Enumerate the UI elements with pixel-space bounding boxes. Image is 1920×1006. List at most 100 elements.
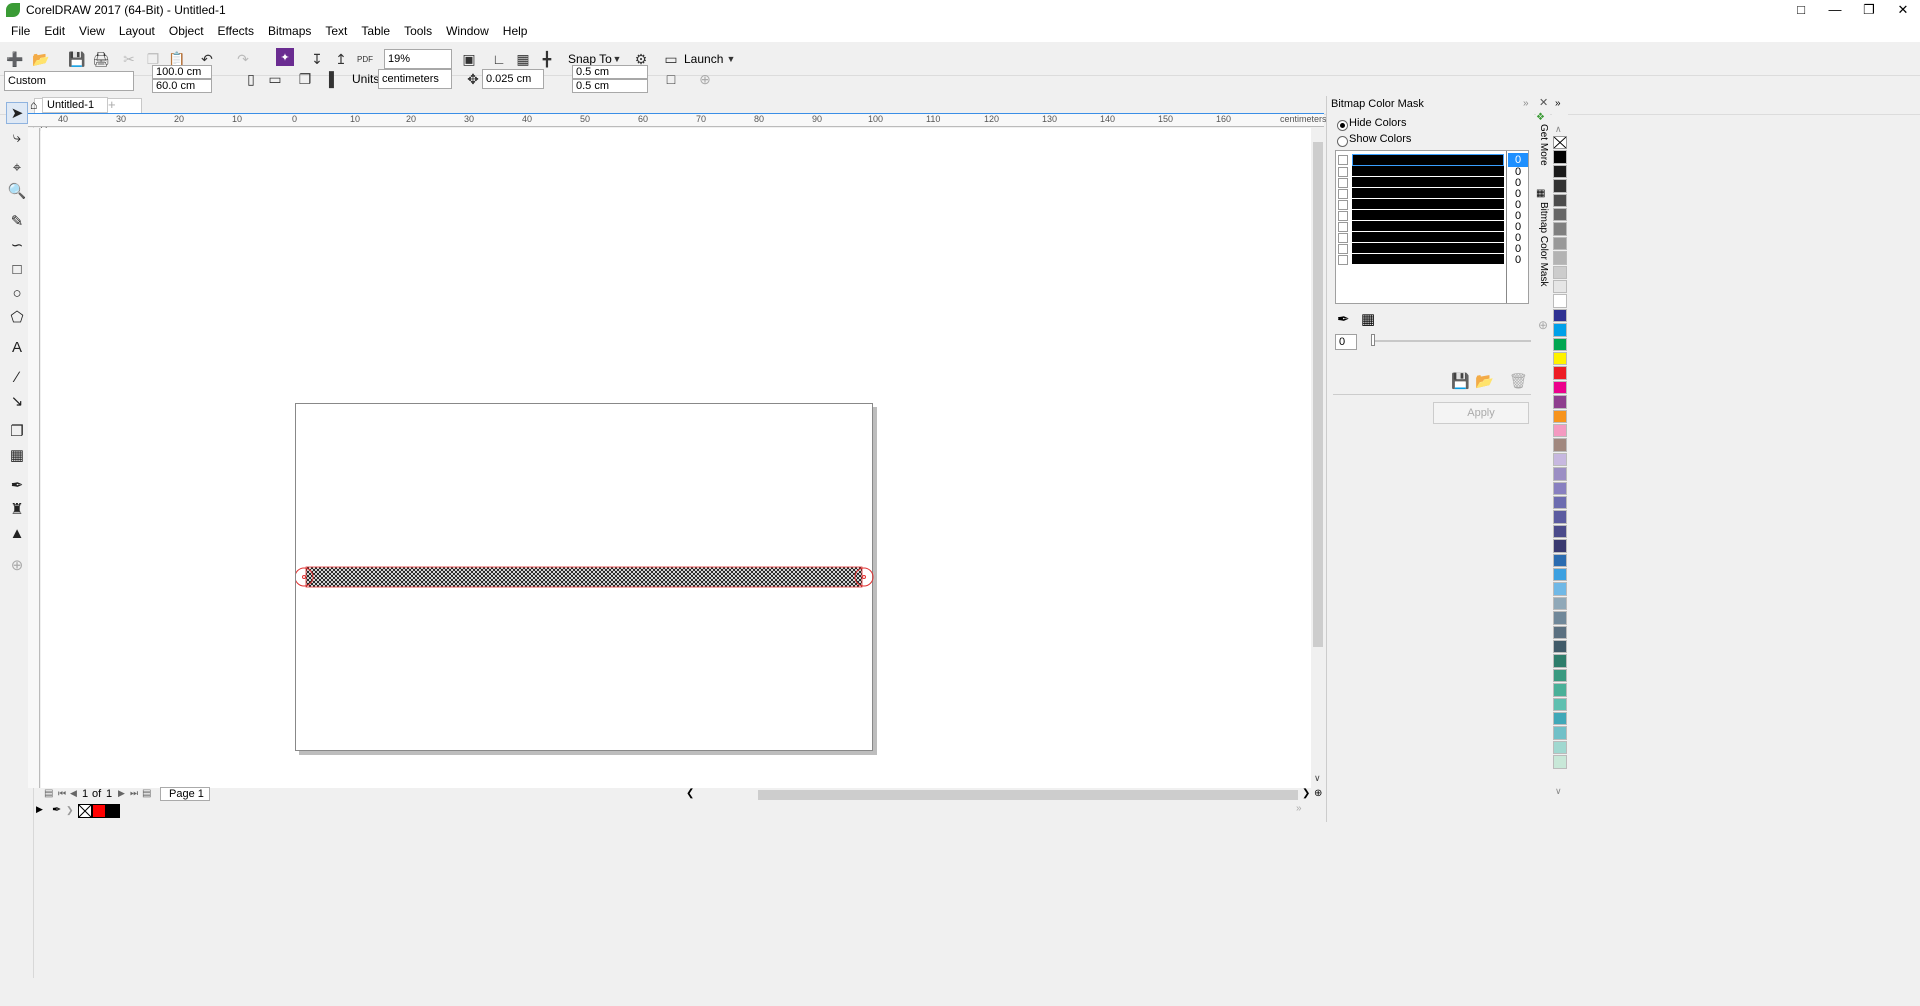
all-pages-icon[interactable]: ❐ [294,68,316,90]
zoom-tool-icon[interactable]: 🔍 [6,180,28,202]
mesh-band-object[interactable] [296,404,874,752]
show-colors-radio[interactable] [1337,136,1348,147]
docker-close-icon[interactable]: ✕ [1539,96,1548,109]
menu-view[interactable]: View [72,24,112,38]
palette-swatch[interactable] [1553,395,1567,409]
menu-effects[interactable]: Effects [211,24,261,38]
palette-swatch[interactable] [1553,539,1567,553]
palette-swatch[interactable] [1553,496,1567,510]
add-page-before-icon[interactable]: ▤ [44,788,53,799]
drawing-page[interactable] [295,403,874,752]
bitmap-color-mask-tab[interactable]: Bitmap Color Mask [1536,202,1550,286]
docker-collapse-icon[interactable]: » [1523,98,1529,109]
palette-swatch[interactable] [1553,510,1567,524]
page-border-icon[interactable]: □ [660,68,682,90]
palette-swatch[interactable] [1553,611,1567,625]
menu-window[interactable]: Window [439,24,496,38]
show-guidelines-icon[interactable]: ╋ [536,48,558,70]
connector-tool-icon[interactable]: ↘ [6,390,28,412]
palette-scroll-down-icon[interactable]: ∨ [1555,786,1562,797]
dimension-tool-icon[interactable]: ∕ [6,366,28,388]
text-tool-icon[interactable]: A [6,336,28,358]
mask-checkbox[interactable] [1338,255,1348,265]
redo-icon[interactable]: ↷ [232,48,254,70]
duplicate-x-field[interactable]: 0.5 cm [572,65,648,79]
palette-swatch[interactable] [1553,366,1567,380]
palette-swatch[interactable] [1553,337,1567,351]
palette-swatch[interactable] [1553,265,1567,279]
red-swatch[interactable] [92,804,106,818]
export-icon[interactable]: ↥ [330,48,352,70]
scroll-right-icon[interactable]: ❯ [1302,788,1310,799]
first-page-icon[interactable]: ⏮ [58,788,66,799]
new-document-icon[interactable]: ➕ [4,48,26,70]
menu-text[interactable]: Text [318,24,354,38]
palette-swatch[interactable] [1553,222,1567,236]
menu-help[interactable]: Help [496,24,535,38]
zoom-level-field[interactable]: 19% [384,49,452,69]
tolerance-slider-track[interactable] [1371,340,1531,342]
palette-swatch[interactable] [1553,668,1567,683]
color-selector-eyedropper-icon[interactable]: ✒ [1337,310,1350,328]
palette-swatch[interactable] [1553,553,1567,567]
menu-edit[interactable]: Edit [37,24,72,38]
menu-object[interactable]: Object [162,24,211,38]
landscape-icon[interactable]: ▭ [264,68,286,90]
launch-dropdown[interactable]: Launch [684,49,723,69]
palette-swatch[interactable] [1553,424,1567,438]
vertical-ruler[interactable] [28,128,40,788]
palette-swatch[interactable] [1553,308,1567,323]
palette-menu-icon[interactable]: » [1555,98,1561,109]
publish-pdf-icon[interactable]: PDF [354,48,376,70]
menu-tools[interactable]: Tools [397,24,439,38]
vertical-scroll-thumb[interactable] [1313,142,1323,647]
shape-tool-icon[interactable]: ⤷ [6,126,28,148]
drawing-canvas[interactable] [41,128,1311,788]
palette-swatch[interactable] [1553,683,1567,697]
home-tab-icon[interactable]: ⌂ [30,98,37,112]
palette-swatch[interactable] [1553,179,1567,193]
palette-swatch[interactable] [1553,438,1567,452]
palette-swatch[interactable] [1553,755,1567,769]
palette-swatch[interactable] [1553,280,1567,294]
get-more-tab[interactable]: Get More [1536,124,1550,166]
horizontal-ruler[interactable]: 40 30 20 10 0 10 20 30 40 50 60 70 80 90… [28,113,1327,127]
minimize-button[interactable]: — [1818,0,1852,20]
page-height-field[interactable]: 60.0 cm [152,79,212,93]
vertical-scrollbar[interactable]: ∨ [1311,128,1325,788]
previous-page-icon[interactable]: ◀ [70,788,77,799]
palette-swatch[interactable] [1553,582,1567,596]
drop-shadow-icon[interactable]: ❐ [6,420,28,442]
crop-tool-icon[interactable]: ⌖ [6,156,28,178]
last-page-icon[interactable]: ⏭ [130,788,138,799]
interactive-fill-icon[interactable]: ♜ [6,498,28,520]
scroll-down-icon[interactable]: ∨ [1314,773,1321,784]
cut-icon[interactable]: ✂ [118,48,140,70]
smart-fill-icon[interactable]: ▲ [6,522,28,544]
palette-swatch[interactable] [1553,740,1567,755]
show-grid-icon[interactable]: ▦ [512,48,534,70]
palette-swatch[interactable] [1553,640,1567,654]
no-color-swatch[interactable] [1553,136,1567,149]
palette-swatch[interactable] [1553,409,1567,423]
add-icon[interactable]: ⊕ [694,68,716,90]
palette-swatch[interactable] [1553,251,1567,265]
rectangle-tool-icon[interactable]: □ [6,258,28,280]
current-page-icon[interactable]: ▐ [318,68,340,90]
open-mask-icon[interactable]: 📂 [1475,372,1494,390]
page-preset-select[interactable]: Custom [4,71,134,91]
import-icon[interactable]: ↧ [306,48,328,70]
palette-swatch[interactable] [1553,726,1567,740]
palette-swatch[interactable] [1553,654,1567,668]
palette-swatch[interactable] [1553,481,1567,495]
restore-button[interactable]: ❐ [1852,0,1886,20]
freehand-tool-icon[interactable]: ✎ [6,210,28,232]
palette-swatch[interactable] [1553,352,1567,366]
palette-swatch[interactable] [1553,164,1567,179]
document-tab[interactable]: Untitled-1 [42,97,108,113]
polygon-tool-icon[interactable]: ⬠ [6,306,28,328]
ellipse-tool-icon[interactable]: ○ [6,282,28,304]
page-1-tab[interactable]: Page 1 [160,787,210,801]
account-icon[interactable]: □ [1784,0,1818,20]
palette-swatch[interactable] [1553,323,1567,337]
